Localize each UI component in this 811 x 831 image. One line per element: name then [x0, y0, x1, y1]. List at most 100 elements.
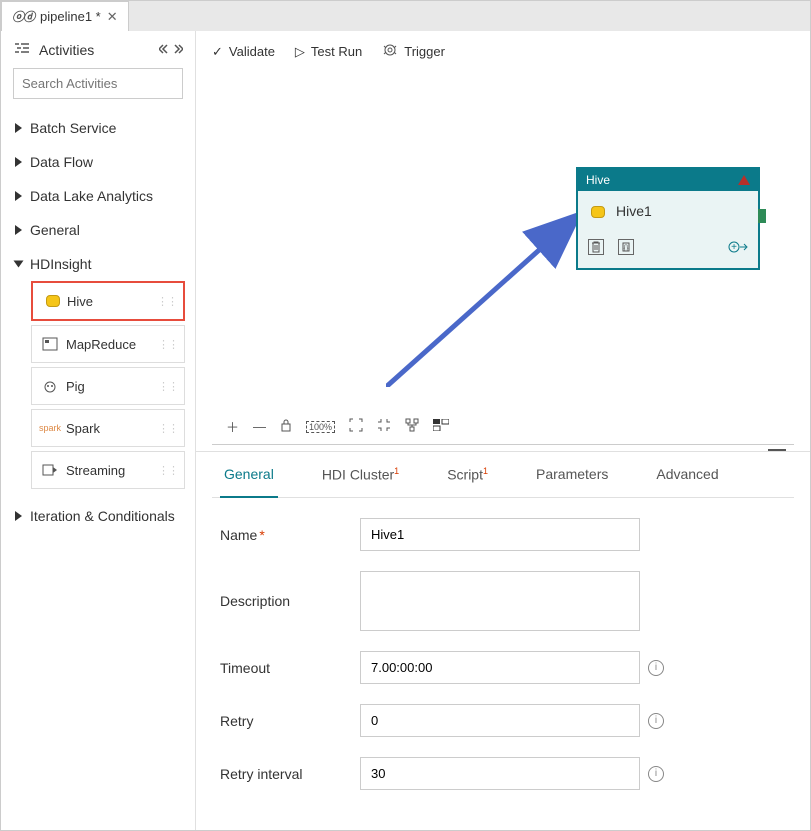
category-label: HDInsight — [30, 256, 91, 272]
category-label: Data Flow — [30, 154, 93, 170]
mapreduce-icon — [42, 336, 58, 352]
caret-icon — [15, 157, 22, 167]
caret-icon — [14, 261, 24, 268]
activity-label: Hive — [67, 294, 93, 309]
zoom-100-icon[interactable]: 100% — [306, 421, 335, 433]
info-icon[interactable]: i — [648, 713, 664, 729]
add-output-icon[interactable]: + — [728, 239, 748, 258]
category-batch-service[interactable]: Batch Service — [1, 111, 195, 145]
add-icon[interactable]: ＋ — [226, 417, 239, 436]
spark-icon: spark — [42, 420, 58, 436]
node-type-label: Hive — [586, 173, 610, 187]
category-label: Iteration & Conditionals — [30, 508, 175, 524]
collapse-icon[interactable] — [377, 418, 391, 435]
tab-label: Parameters — [536, 466, 608, 482]
activity-streaming[interactable]: Streaming ⋮⋮ — [31, 451, 185, 489]
tab-title: pipeline1 * — [40, 9, 101, 24]
category-label: Batch Service — [30, 120, 116, 136]
tab-hdi-cluster[interactable]: HDI Cluster1 — [318, 452, 403, 497]
trigger-button[interactable]: Trigger — [382, 43, 445, 60]
action-bar: ✓ Validate ▷ Test Run Trigger — [196, 31, 810, 72]
tab-script[interactable]: Script1 — [443, 452, 492, 497]
remove-icon[interactable]: — — [253, 419, 266, 434]
timeout-field[interactable] — [360, 651, 640, 684]
tab-parameters[interactable]: Parameters — [532, 452, 612, 497]
properties-panel: General HDI Cluster1 Script1 Parameters … — [196, 451, 810, 830]
trigger-icon — [382, 43, 398, 60]
activity-label: Streaming — [66, 463, 125, 478]
clone-icon[interactable]: {} — [618, 239, 634, 255]
chevrons-icon[interactable] — [159, 42, 183, 58]
pipeline-icon: ⓞⓓ — [12, 8, 34, 25]
category-hdinsight[interactable]: HDInsight — [1, 247, 195, 281]
retry-label: Retry — [220, 713, 360, 729]
tab-general[interactable]: General — [220, 452, 278, 497]
sidebar-title: Activities — [39, 42, 94, 58]
delete-icon[interactable] — [588, 239, 604, 255]
activity-spark[interactable]: spark Spark ⋮⋮ — [31, 409, 185, 447]
warning-icon — [738, 175, 750, 185]
grip-icon: ⋮⋮ — [158, 380, 178, 393]
pipeline-canvas[interactable]: Hive Hive1 {} + — [196, 72, 810, 409]
canvas-toolbar: ＋ — 100% — [212, 409, 794, 445]
timeout-label: Timeout — [220, 660, 360, 676]
name-field[interactable] — [360, 518, 640, 551]
badge: 1 — [394, 466, 399, 476]
activities-sidebar: Activities Batch Service Data Flow Data … — [1, 31, 196, 830]
tab-label: General — [224, 466, 274, 482]
description-label: Description — [220, 593, 360, 609]
svg-text:+: + — [731, 242, 737, 253]
tab-label: Advanced — [656, 466, 718, 482]
close-icon[interactable]: ✕ — [107, 9, 118, 25]
svg-text:{}: {} — [624, 245, 629, 252]
pipeline-tab[interactable]: ⓞⓓ pipeline1 * ✕ — [1, 1, 129, 31]
retry-field[interactable] — [360, 704, 640, 737]
fit-icon[interactable] — [349, 418, 363, 435]
output-connector[interactable] — [758, 209, 766, 223]
grip-icon: ⋮⋮ — [157, 295, 177, 308]
layout-icon[interactable] — [405, 418, 419, 435]
tab-label: Script — [447, 467, 483, 483]
category-data-lake-analytics[interactable]: Data Lake Analytics — [1, 179, 195, 213]
category-iteration-conditionals[interactable]: Iteration & Conditionals — [1, 499, 195, 533]
search-input[interactable] — [13, 68, 183, 99]
info-icon[interactable]: i — [648, 766, 664, 782]
validate-label: Validate — [229, 44, 275, 59]
hive-icon — [588, 204, 606, 218]
drag-arrow — [386, 207, 586, 387]
play-icon: ▷ — [295, 44, 305, 60]
test-run-button[interactable]: ▷ Test Run — [295, 44, 362, 60]
tab-advanced[interactable]: Advanced — [652, 452, 722, 497]
category-general[interactable]: General — [1, 213, 195, 247]
activity-hive[interactable]: Hive ⋮⋮ — [31, 281, 185, 321]
caret-icon — [15, 511, 22, 521]
hive-icon — [43, 293, 59, 309]
grip-icon: ⋮⋮ — [158, 464, 178, 477]
category-label: Data Lake Analytics — [30, 188, 153, 204]
caret-icon — [15, 123, 22, 133]
grip-icon: ⋮⋮ — [158, 338, 178, 351]
caret-icon — [15, 191, 22, 201]
badge: 1 — [483, 466, 488, 476]
info-icon[interactable]: i — [648, 660, 664, 676]
grip-icon: ⋮⋮ — [158, 422, 178, 435]
minimap-icon[interactable] — [433, 419, 449, 434]
streaming-icon — [42, 462, 58, 478]
pig-icon — [42, 378, 58, 394]
category-data-flow[interactable]: Data Flow — [1, 145, 195, 179]
tab-label: HDI Cluster — [322, 467, 394, 483]
retry-interval-field[interactable] — [360, 757, 640, 790]
node-name: Hive1 — [616, 203, 652, 219]
description-field[interactable] — [360, 571, 640, 631]
activity-pig[interactable]: Pig ⋮⋮ — [31, 367, 185, 405]
hive-node[interactable]: Hive Hive1 {} + — [576, 167, 760, 270]
test-run-label: Test Run — [311, 44, 362, 59]
validate-button[interactable]: ✓ Validate — [212, 44, 275, 60]
activity-mapreduce[interactable]: MapReduce ⋮⋮ — [31, 325, 185, 363]
activities-icon — [13, 41, 31, 58]
caret-icon — [15, 225, 22, 235]
check-icon: ✓ — [212, 44, 223, 60]
name-label: Name* — [220, 527, 360, 543]
retry-interval-label: Retry interval — [220, 766, 360, 782]
lock-icon[interactable] — [280, 418, 292, 435]
